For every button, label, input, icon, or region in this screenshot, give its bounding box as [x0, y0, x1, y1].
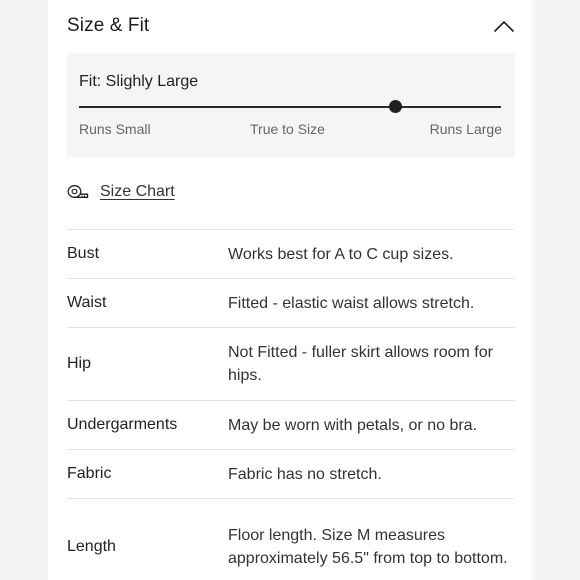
- table-row: Fabric Fabric has no stretch.: [67, 449, 515, 498]
- detail-value: Not Fitted - fuller skirt allows room fo…: [228, 344, 493, 384]
- detail-key: Fabric: [67, 465, 112, 482]
- table-row: Hip Not Fitted - fuller skirt allows roo…: [67, 327, 515, 400]
- detail-key: Hip: [67, 355, 92, 372]
- detail-key: Length: [67, 537, 116, 555]
- measuring-tape-icon: [67, 185, 89, 198]
- detail-value: Fitted - elastic waist allows stretch.: [228, 294, 475, 312]
- detail-key: Bust: [67, 245, 100, 262]
- size-chart-link[interactable]: Size Chart: [67, 180, 175, 204]
- size-chart-label: Size Chart: [100, 183, 175, 200]
- table-row: Waist Fitted - elastic waist allows stre…: [67, 278, 515, 327]
- table-row: Bust Works best for A to C cup sizes.: [67, 229, 515, 278]
- detail-value: Floor length. Size M measures approximat…: [228, 526, 508, 567]
- scale-label-runs-large: Runs Large: [429, 121, 502, 137]
- chevron-up-icon[interactable]: [493, 19, 515, 33]
- table-row: Length Floor length. Size M measures app…: [67, 498, 515, 580]
- detail-key: Waist: [67, 294, 107, 311]
- fit-label: Fit: Slighly Large: [79, 73, 199, 90]
- fit-details-table: Bust Works best for A to C cup sizes. Wa…: [67, 229, 515, 580]
- size-fit-header[interactable]: Size & Fit: [67, 10, 515, 42]
- detail-value: Fabric has no stretch.: [228, 465, 382, 483]
- table-row: Undergarments May be worn with petals, o…: [67, 400, 515, 449]
- fit-scale-track: [79, 106, 501, 108]
- fit-indicator: Fit: Slighly Large Runs Small True to Si…: [67, 53, 515, 157]
- size-fit-panel: Size & Fit Fit: Slighly Large Runs Small…: [48, 0, 532, 580]
- scale-label-runs-small: Runs Small: [79, 121, 151, 137]
- section-title: Size & Fit: [67, 15, 150, 36]
- detail-key: Undergarments: [67, 416, 178, 433]
- fit-scale-marker: [389, 100, 402, 113]
- scale-label-true-to-size: True to Size: [250, 121, 325, 137]
- detail-value: Works best for A to C cup sizes.: [228, 245, 454, 263]
- detail-value: May be worn with petals, or no bra.: [228, 416, 478, 434]
